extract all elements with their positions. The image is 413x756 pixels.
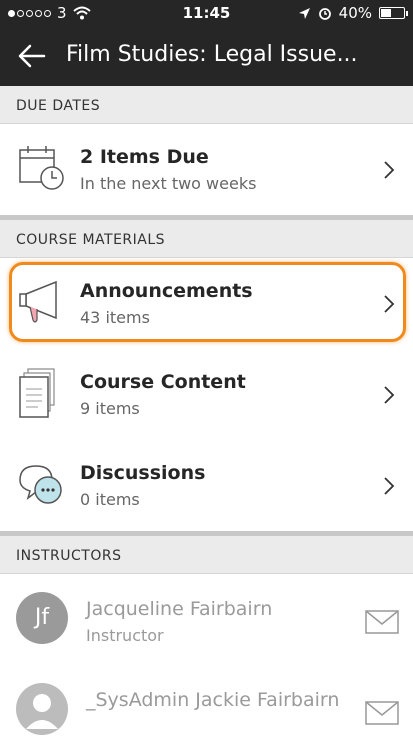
instructor-role: Instructor	[86, 626, 164, 645]
mail-icon[interactable]	[365, 701, 399, 725]
discussions-row[interactable]: Discussions 0 items	[0, 440, 413, 531]
person-silhouette-icon	[26, 694, 58, 729]
section-header-instructors: INSTRUCTORS	[0, 536, 413, 574]
location-arrow-icon	[298, 7, 310, 19]
course-content-title: Course Content	[80, 371, 246, 393]
avatar: Jf	[16, 592, 68, 644]
chevron-right-icon	[384, 161, 395, 179]
status-bar: 3 11:45 40%	[0, 0, 413, 28]
alarm-icon	[318, 8, 331, 20]
page-title: Film Studies: Legal Issue...	[66, 42, 358, 67]
discussions-count: 0 items	[80, 490, 140, 509]
main-content: DUE DATES 2 Items Due In the next two we…	[0, 86, 413, 756]
course-content-row[interactable]: Course Content 9 items	[0, 349, 413, 440]
due-dates-subtitle: In the next two weeks	[80, 174, 257, 193]
due-dates-row[interactable]: 2 Items Due In the next two weeks	[0, 124, 413, 215]
battery-percent: 40%	[338, 4, 372, 22]
mail-icon[interactable]	[365, 610, 399, 634]
back-arrow-icon[interactable]	[14, 38, 50, 74]
chevron-right-icon	[384, 386, 395, 404]
announcements-row[interactable]: Announcements 43 items	[0, 258, 413, 349]
highlight-outline	[9, 262, 406, 342]
battery-icon	[379, 7, 408, 19]
instructor-row[interactable]: _SysAdmin Jackie Fairbairn	[0, 665, 413, 756]
course-content-count: 9 items	[80, 399, 140, 418]
document-stack-icon	[19, 368, 55, 418]
instructor-name: Jacqueline Fairbairn	[86, 598, 273, 620]
app-header: 3 11:45 40% Film Studies: Legal Issue...	[0, 0, 413, 86]
chat-bubbles-icon	[19, 465, 62, 504]
calendar-clock-icon	[19, 146, 64, 190]
chevron-right-icon	[384, 477, 395, 495]
discussions-title: Discussions	[80, 462, 206, 484]
due-dates-title: 2 Items Due	[80, 146, 209, 168]
instructor-name: _SysAdmin Jackie Fairbairn	[86, 689, 340, 711]
section-header-due-dates: DUE DATES	[0, 86, 413, 124]
section-header-course-materials: COURSE MATERIALS	[0, 220, 413, 258]
status-right: 40%	[298, 4, 408, 22]
avatar	[16, 683, 68, 735]
instructor-row[interactable]: Jf Jacqueline Fairbairn Instructor	[0, 574, 413, 665]
